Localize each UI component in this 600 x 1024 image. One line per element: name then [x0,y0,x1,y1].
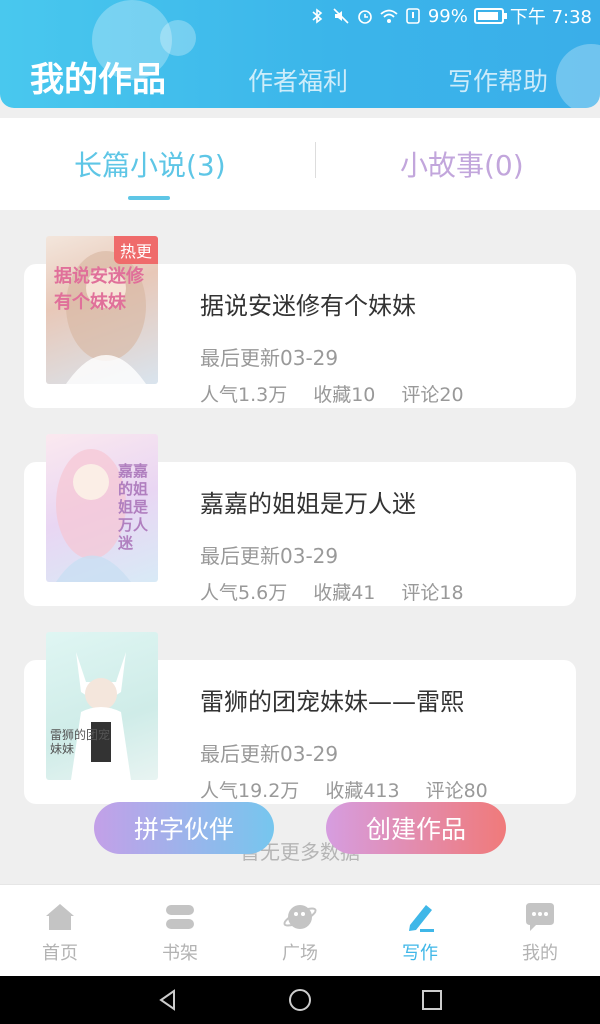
nav-label: 书架 [162,943,198,964]
cover-illustration [71,652,131,780]
mute-icon [333,8,349,24]
book-stats: 人气19.2万 收藏413 评论80 [200,776,488,803]
create-work-button[interactable]: 创建作品 [326,802,506,854]
tab-my-works[interactable]: 我的作品 [30,52,166,101]
pen-icon [409,905,434,932]
recents-icon[interactable] [420,988,444,1012]
book-title[interactable]: 据说安迷修有个妹妹 [200,286,416,321]
header-tabs: 我的作品 作者福利 写作帮助 [0,52,600,100]
tab-divider [315,142,316,178]
cover-title-text: 嘉嘉的姐姐是万人迷 [118,462,149,552]
wifi-icon [380,9,398,23]
nav-label: 写作 [402,943,438,964]
nav-label: 广场 [282,943,318,964]
nav-plaza[interactable]: 广场 [240,893,360,965]
book-stats: 人气5.6万 收藏41 评论18 [200,578,464,605]
book-comments: 评论20 [401,384,464,406]
clock: 下午 7:38 [509,7,592,28]
tab-writing-help[interactable]: 写作帮助 [448,62,548,98]
active-tab-indicator [128,196,170,200]
home-circle-icon[interactable] [288,988,312,1012]
book-title[interactable]: 嘉嘉的姐姐是万人迷 [200,484,416,519]
tab-long-novels[interactable]: 长篇小说(3) [74,144,226,184]
alarm-icon [358,10,372,24]
bookshelf-icon [166,905,194,929]
nav-mine[interactable]: 我的 [480,893,600,965]
book-comments: 评论18 [401,582,464,604]
category-tabs: 长篇小说(3) 小故事(0) [0,118,600,210]
status-bar: 99% 下午 7:38 [0,0,600,30]
tab-short-stories[interactable]: 小故事(0) [400,144,524,184]
book-last-updated: 最后更新03-29 [200,742,339,766]
hot-update-badge: 热更 [113,236,158,264]
tab-author-benefits[interactable]: 作者福利 [248,62,348,98]
book-favorites: 收藏10 [313,384,376,406]
book-last-updated: 最后更新03-29 [200,544,339,568]
book-cover[interactable]: 雷狮的团宠妹妹 [46,632,158,780]
writing-partner-button[interactable]: 拼字伙伴 [94,802,274,854]
book-favorites: 收藏41 [313,582,376,604]
book-last-updated: 最后更新03-29 [200,346,339,370]
book-title[interactable]: 雷狮的团宠妹妹——雷熙 [200,682,464,717]
nav-bookshelf[interactable]: 书架 [120,893,240,965]
book-popularity: 人气1.3万 [200,384,288,406]
planet-icon [283,905,317,929]
nav-label: 首页 [42,943,78,964]
book-stats: 人气1.3万 收藏10 评论20 [200,380,464,407]
cover-title-text: 雷狮的团宠妹妹 [50,728,111,756]
cover-title-text: 据说安迷修有个妹妹 [54,266,144,313]
chat-icon [526,903,554,931]
nav-label: 我的 [522,943,558,964]
back-icon[interactable] [156,988,180,1012]
sim-icon [406,8,420,24]
book-comments: 评论80 [425,780,488,802]
nav-writing[interactable]: 写作 [360,893,480,965]
no-more-data-text: 暂无更多数据 [240,840,360,864]
app-header: 99% 下午 7:38 我的作品 作者福利 写作帮助 [0,0,600,108]
book-popularity: 人气5.6万 [200,582,288,604]
battery-percent: 99% [427,5,468,27]
book-cover[interactable]: 据说安迷修有个妹妹 热更 [46,236,158,384]
nav-home[interactable]: 首页 [0,893,120,965]
battery-icon [473,8,507,24]
bluetooth-icon [312,8,323,24]
system-navigation-bar [0,976,600,1024]
home-icon [46,904,74,930]
book-favorites: 收藏413 [325,780,400,802]
book-cover[interactable]: 嘉嘉的姐姐是万人迷 [46,434,158,582]
bottom-navigation: 首页 书架 广场 写作 我的 [0,884,600,976]
book-popularity: 人气19.2万 [200,780,300,802]
